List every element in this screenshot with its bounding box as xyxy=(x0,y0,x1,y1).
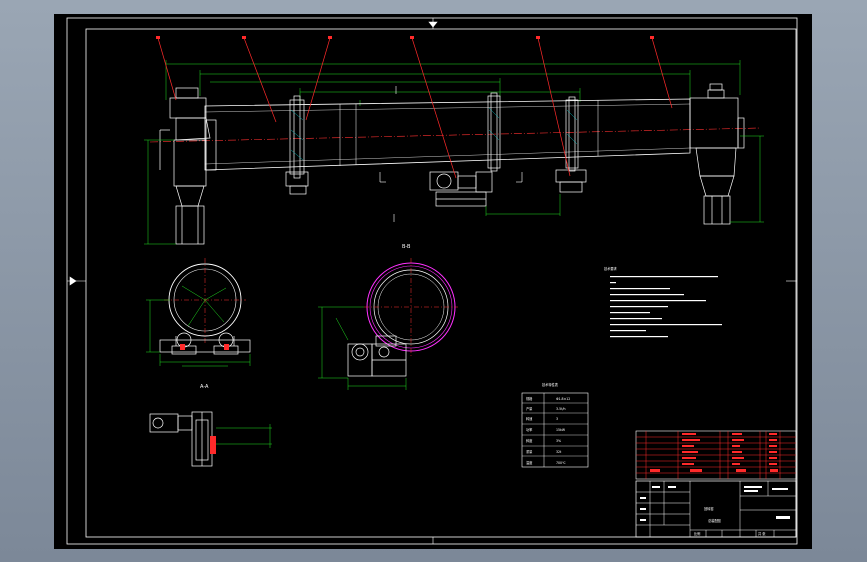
spec-label-3: 功率 xyxy=(526,427,533,432)
drawing-name: 回转窑 xyxy=(704,506,714,511)
spec-label-1: 产量 xyxy=(526,406,533,411)
section-a-label: A-A xyxy=(200,384,209,390)
spec-label-5: 重量 xyxy=(526,449,533,454)
spec-label-0: 规格 xyxy=(526,396,533,401)
spec-table-title: 技术特性表 xyxy=(542,382,559,387)
sheet-label: 共 张 xyxy=(758,531,766,536)
cad-viewer: A-A B-B 技术要求 技术特性表 规格 Φ1.8×12 产量 3-5t/h … xyxy=(0,0,867,562)
section-b-label: B-B xyxy=(402,244,411,250)
spec-label-4: 斜度 xyxy=(526,438,533,443)
spec-label-6: 温度 xyxy=(526,460,533,465)
spec-value-4: 3% xyxy=(556,439,561,443)
spec-value-5: 32t xyxy=(556,450,562,454)
drawing-label: 总装配图 xyxy=(708,518,721,523)
drawing-canvas: A-A B-B 技术要求 技术特性表 规格 Φ1.8×12 产量 3-5t/h … xyxy=(54,14,812,549)
scale-label: 比例 xyxy=(694,531,700,536)
spec-value-1: 3-5t/h xyxy=(556,407,566,411)
spec-value-2: 3 xyxy=(556,417,558,421)
drawing-sheet xyxy=(54,14,812,549)
spec-label-2: 转速 xyxy=(526,416,533,421)
notes-title: 技术要求 xyxy=(604,266,618,271)
spec-value-0: Φ1.8×12 xyxy=(556,397,570,401)
spec-value-3: 15kW xyxy=(556,428,566,432)
spec-value-6: 700℃ xyxy=(556,461,566,465)
